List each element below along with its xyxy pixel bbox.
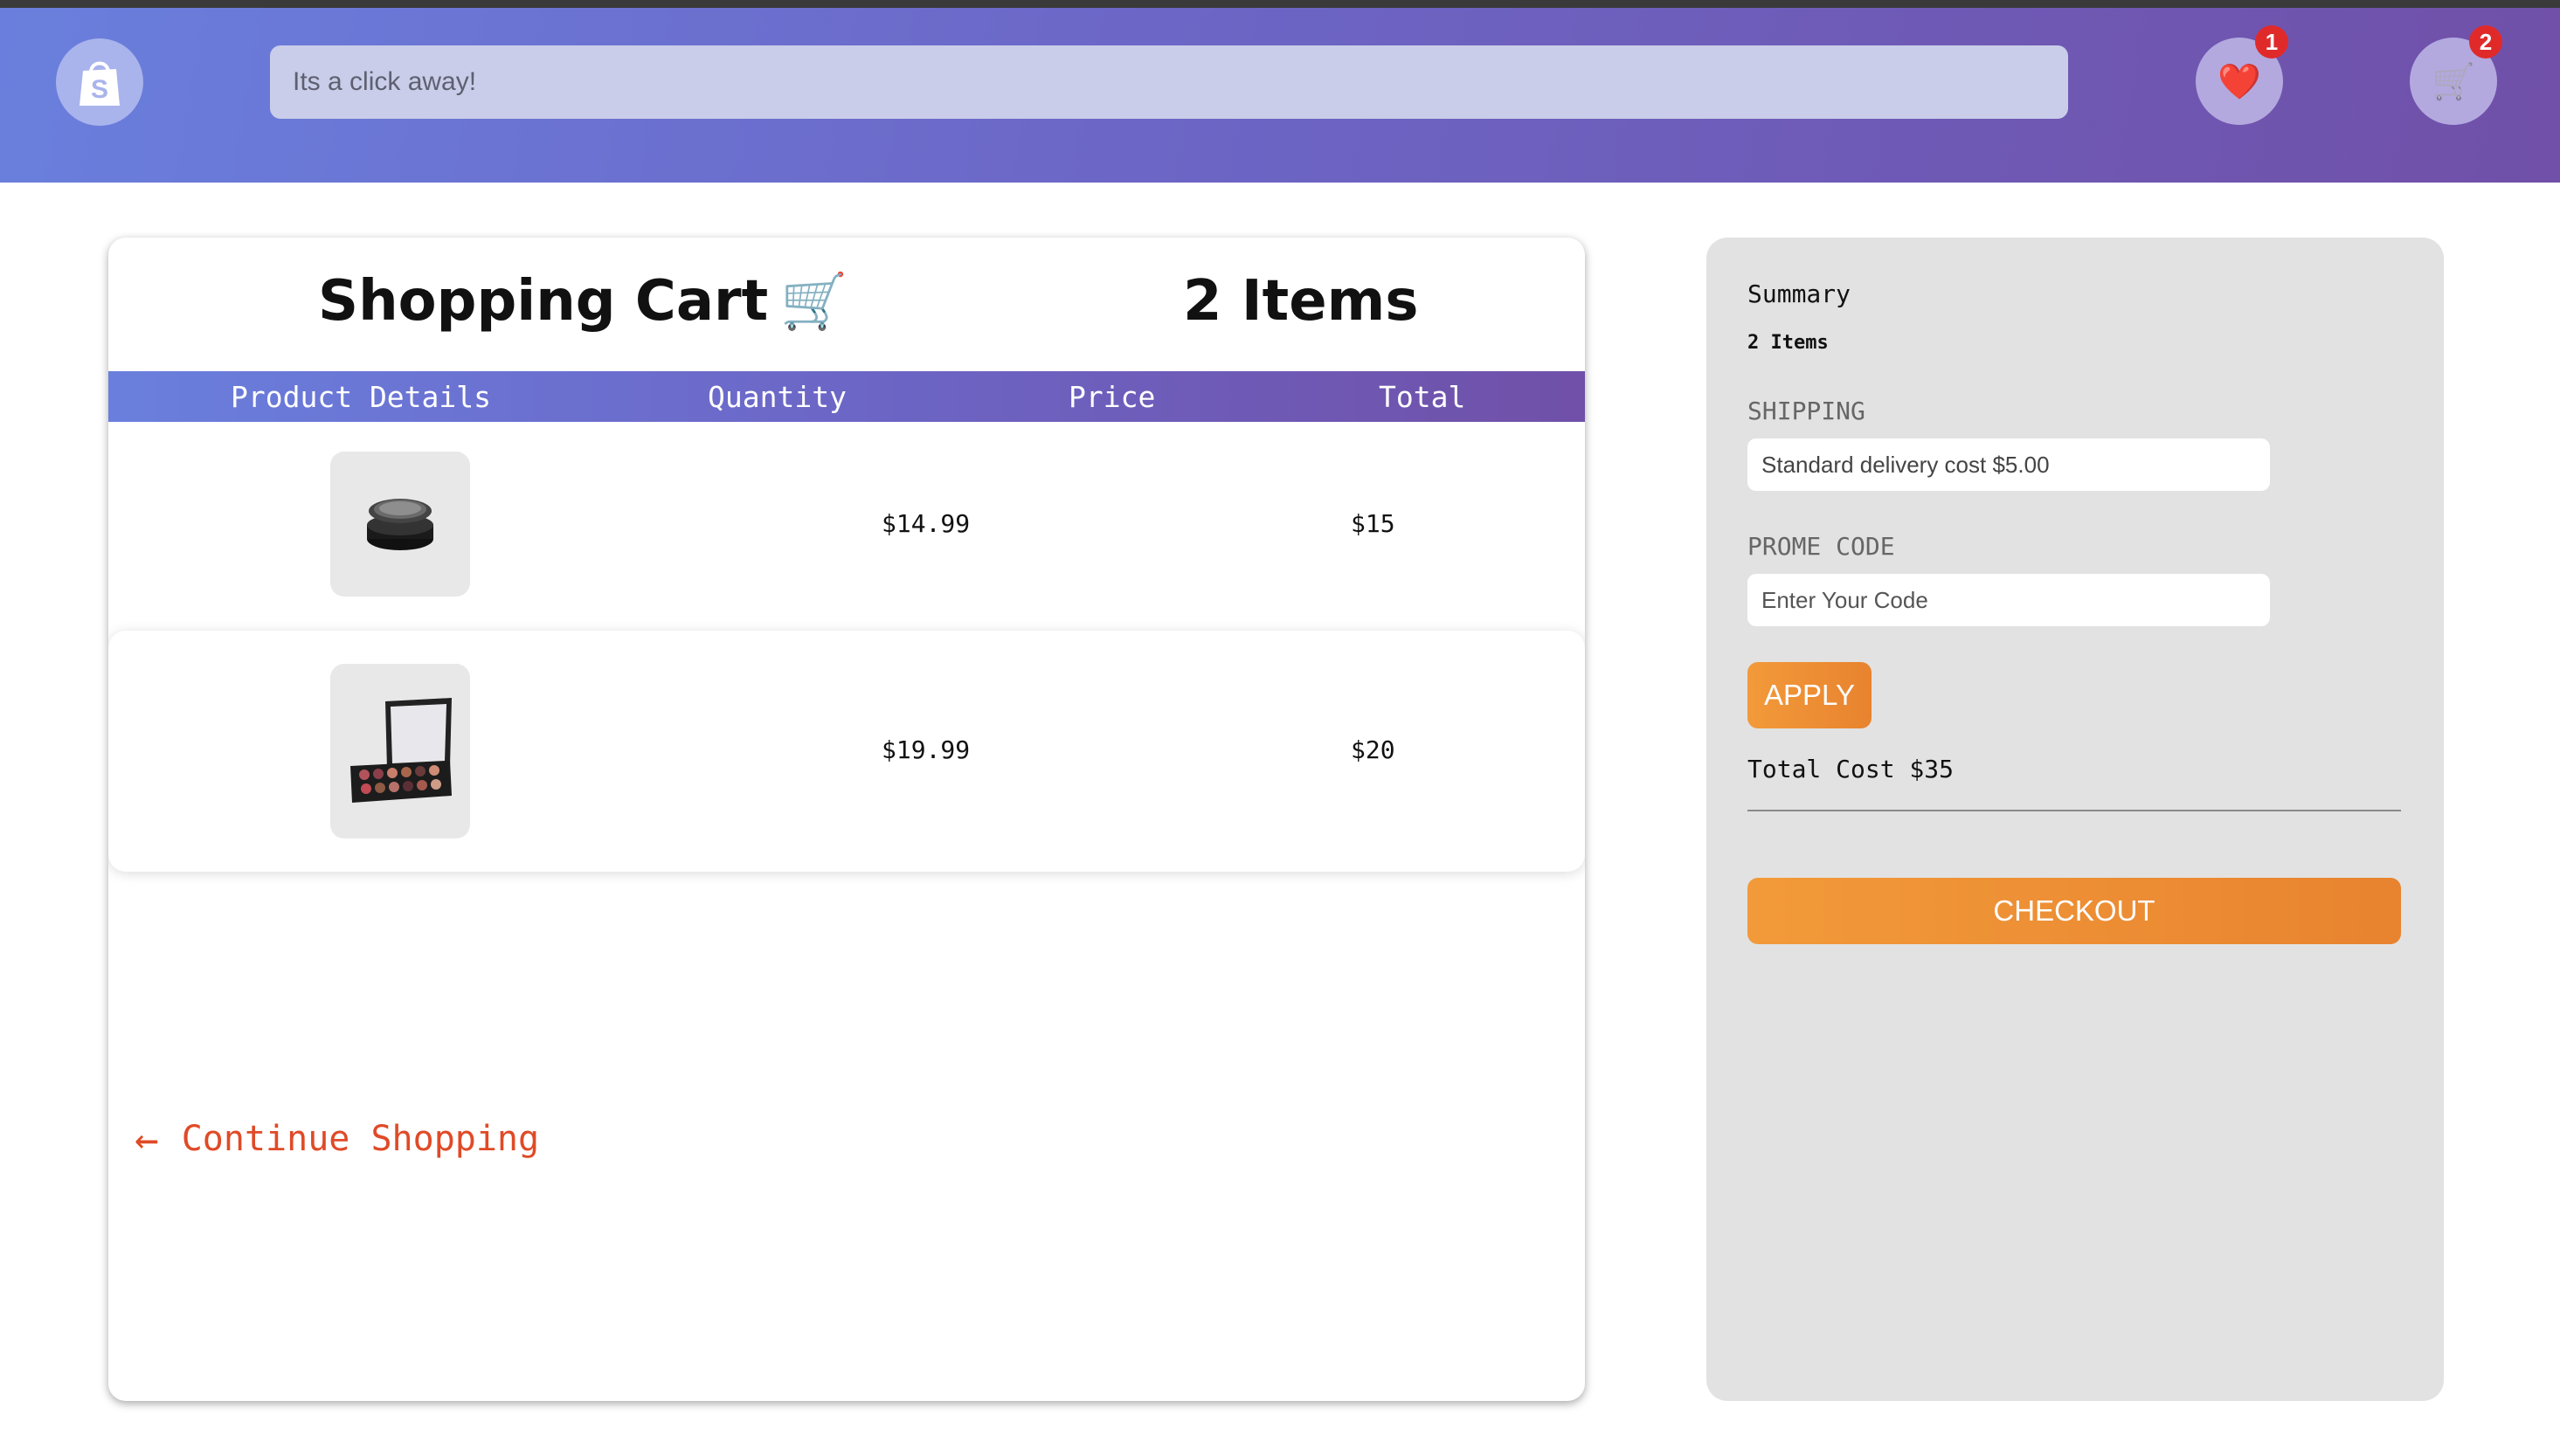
arrow-left-icon: ← (135, 1115, 159, 1163)
promo-code-label: PROME CODE (1747, 532, 1895, 561)
shipping-label: SHIPPING (1747, 397, 1865, 425)
total-cost: Total Cost $35 (1747, 755, 1955, 783)
cart-title-text: Shopping Cart (318, 269, 769, 334)
shopping-cart-panel: Shopping Cart 🛒 2 Items Product Details … (108, 238, 1585, 1401)
column-header-quantity: Quantity (708, 380, 847, 414)
eyeshadow-palette-illustration (350, 698, 452, 803)
row-total: $15 (1351, 509, 1395, 538)
wishlist-button[interactable]: ❤️ 1 (2196, 25, 2288, 125)
row-price: $14.99 (882, 509, 971, 538)
shopping-bag-logo-icon: S (80, 61, 120, 106)
cart-title: Shopping Cart 🛒 (318, 269, 848, 334)
order-summary-panel: Summary 2 Items SHIPPING Standard delive… (1706, 238, 2444, 1401)
table-row: $19.99 $20 (108, 631, 1585, 872)
summary-divider (1747, 810, 2401, 811)
shopping-cart-icon: 🛒 (780, 269, 848, 333)
window-top-border (0, 0, 2560, 8)
continue-shopping-label: Continue Shopping (181, 1119, 540, 1159)
promo-code-input[interactable] (1761, 586, 2256, 614)
row-total: $20 (1351, 735, 1395, 764)
cart-table-header: Product Details Quantity Price Total (108, 371, 1585, 422)
compact-powder-illustration (367, 499, 433, 550)
heart-icon: ❤️ (2218, 62, 2261, 101)
cart-icon: 🛒 (2432, 62, 2475, 101)
cart-item-count: 2 Items (1183, 269, 1419, 334)
row-price: $19.99 (882, 735, 971, 764)
cart-button[interactable]: 🛒 2 (2410, 25, 2502, 125)
column-header-total: Total (1379, 380, 1466, 414)
apply-button[interactable]: APPLY (1747, 662, 1872, 728)
checkout-button[interactable]: CHECKOUT (1747, 878, 2401, 944)
eyeshadow-palette-image[interactable] (330, 664, 470, 838)
search-input[interactable] (293, 67, 1953, 97)
summary-item-count: 2 Items (1747, 332, 1829, 354)
wishlist-count-badge: 1 (2255, 25, 2288, 59)
cart-count-badge: 2 (2469, 25, 2502, 59)
shipping-value: Standard delivery cost $5.00 (1761, 451, 2050, 478)
promo-code-field (1747, 574, 2270, 626)
summary-title: Summary (1747, 279, 1851, 308)
site-header: S ❤️ 1 🛒 2 (0, 8, 2560, 183)
column-header-price: Price (1069, 380, 1156, 414)
column-header-product-details: Product Details (231, 380, 492, 414)
continue-shopping-link[interactable]: ← Continue Shopping (135, 1115, 539, 1163)
shop-logo[interactable]: S (56, 38, 143, 126)
svg-text:S: S (91, 75, 108, 104)
shipping-select[interactable]: Standard delivery cost $5.00 (1747, 438, 2270, 491)
search-bar (270, 45, 2226, 119)
compact-powder-image[interactable] (330, 452, 470, 597)
